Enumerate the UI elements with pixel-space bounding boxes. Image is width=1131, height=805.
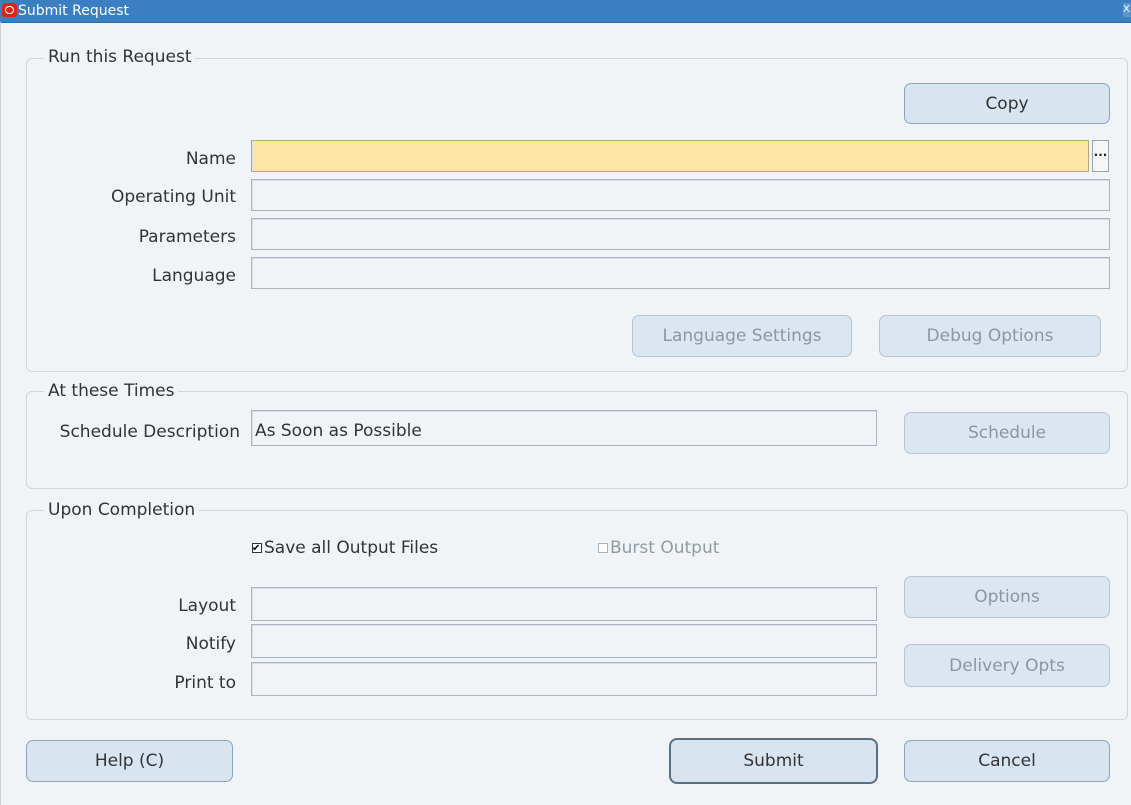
cancel-button[interactable]: Cancel [904,740,1110,782]
upon-completion-legend: Upon Completion [44,500,200,520]
burst-output-check-icon[interactable] [598,543,608,553]
delivery-opts-label: Delivery Opts [949,655,1065,676]
notify-label: Notify [185,634,236,654]
operating-unit-field[interactable] [251,179,1110,211]
language-label: Language [152,266,236,286]
layout-field[interactable] [251,587,877,621]
schedule-button[interactable]: Schedule [904,412,1110,454]
burst-output-checkbox[interactable]: Burst Output [598,538,719,558]
language-settings-label: Language Settings [662,326,822,346]
name-lov-button[interactable]: ... [1092,140,1109,172]
burst-output-label: Burst Output [610,538,720,558]
print-to-field[interactable] [251,662,877,696]
at-these-times-legend: At these Times [44,381,179,401]
print-to-label: Print to [174,673,236,693]
oracle-logo-icon [2,3,17,17]
language-settings-button[interactable]: Language Settings [632,315,852,357]
notify-field[interactable] [251,624,877,658]
debug-options-button[interactable]: Debug Options [879,315,1101,357]
copy-button[interactable]: Copy [904,83,1110,124]
operating-unit-label: Operating Unit [110,187,236,207]
submit-button[interactable]: Submit [669,738,878,784]
parameters-label: Parameters [138,227,236,247]
parameters-field[interactable] [251,218,1110,250]
save-output-checkbox[interactable]: Save all Output Files [252,538,439,559]
schedule-button-label: Schedule [967,423,1047,443]
name-label: Name [185,149,236,169]
window-title: Submit Request [18,3,129,19]
window-left-border [0,22,1,805]
run-request-legend: Run this Request [44,47,196,67]
schedule-description-label: Schedule Description [59,422,240,442]
options-button[interactable]: Options [904,576,1110,618]
close-icon[interactable]: X [1123,3,1131,17]
options-button-label: Options [974,587,1040,607]
cancel-button-label: Cancel [978,751,1036,771]
help-button[interactable]: Help (C) [26,740,233,782]
save-output-check-icon[interactable] [252,539,262,559]
layout-label: Layout [178,596,236,616]
help-button-label: Help (C) [94,751,165,771]
language-field[interactable] [251,257,1110,289]
copy-button-label: Copy [985,93,1029,114]
title-bar: Submit Request X [0,0,1131,23]
debug-options-label: Debug Options [926,326,1054,346]
submit-button-label: Submit [743,751,804,771]
save-output-label: Save all Output Files [264,538,439,558]
schedule-description-field[interactable]: As Soon as Possible [251,410,877,446]
name-field[interactable] [251,140,1089,172]
delivery-opts-button[interactable]: Delivery Opts [904,644,1110,687]
